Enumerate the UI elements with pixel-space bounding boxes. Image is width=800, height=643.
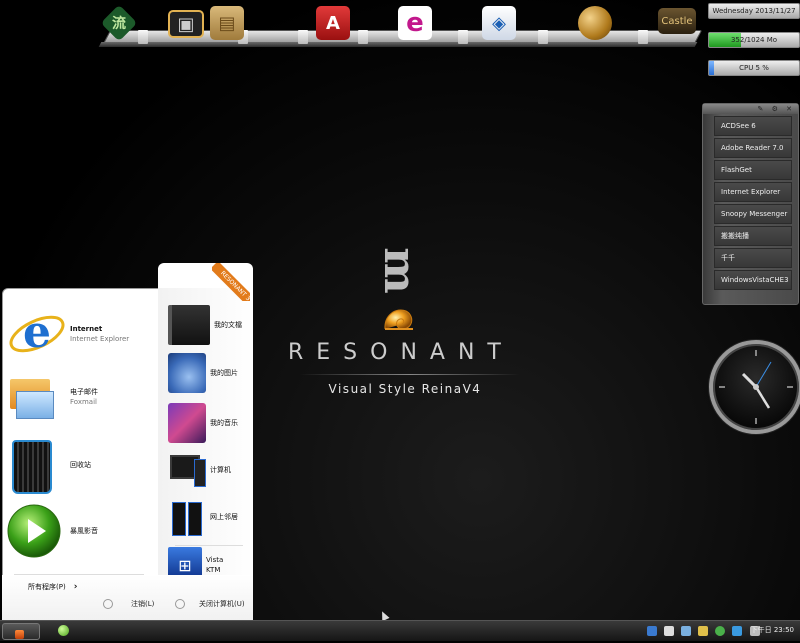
start-item-computer[interactable]: 计算机	[168, 453, 248, 487]
badge-label: RESONANT 3	[212, 263, 250, 301]
folder-icon[interactable]: ▤	[210, 6, 244, 40]
launcher-item-adobe-reader[interactable]: Adobe Reader 7.0	[714, 138, 792, 158]
network-icon	[168, 498, 206, 536]
analog-clock	[709, 340, 800, 434]
castle-icon[interactable]: Castle	[658, 8, 696, 34]
my-documents-label: 我的文檔	[214, 321, 242, 329]
cpu-meter-fill	[709, 61, 715, 75]
logoff-button[interactable]: 注销(L)	[103, 599, 154, 609]
shutdown-button[interactable]: 关闭计算机(U)	[175, 599, 245, 609]
launcher-item-snoopy-messenger[interactable]: Snoopy Messenger	[714, 204, 792, 224]
start-item-media-player[interactable]: 暴風影音	[6, 503, 146, 559]
resonant-corner-badge: RESONANT 3	[212, 263, 250, 301]
launcher-item-7[interactable]: 千千	[714, 248, 792, 268]
internet-label: Internet	[70, 325, 103, 333]
start-menu-separator	[175, 545, 243, 546]
start-item-my-music[interactable]: 我的音乐	[168, 403, 248, 443]
start-item-my-pictures[interactable]: 我的图片	[168, 353, 248, 393]
clock-face-icon	[719, 350, 793, 424]
tray-ime-icon[interactable]	[681, 626, 692, 636]
tray-network-icon[interactable]	[647, 626, 657, 636]
start-item-my-documents[interactable]: 我的文檔	[168, 305, 248, 345]
monitor-icon[interactable]: ▣	[168, 10, 204, 38]
system-tray: 下午日 23:50	[645, 621, 800, 641]
launcher-panel-header: ✎ ⚙ ✕	[703, 104, 798, 114]
arrow-right-icon: ›	[73, 582, 78, 592]
start-orb-icon	[15, 630, 24, 639]
recycle-bin-label: 回收站	[70, 461, 91, 469]
music-icon	[168, 403, 206, 443]
start-item-email[interactable]: 电子邮件 Foxmail	[6, 373, 146, 421]
power-icon	[175, 599, 185, 609]
start-button[interactable]	[2, 623, 40, 640]
dock-shelf-edge	[98, 42, 698, 47]
taskbar: 下午日 23:50	[0, 620, 800, 641]
dock-stand	[298, 30, 308, 44]
pink-e-icon[interactable]: e	[398, 6, 432, 40]
internet-explorer-icon: e	[9, 307, 65, 358]
brand-wordmark: RESONANT	[288, 340, 514, 365]
launcher-item-internet-explorer[interactable]: Internet Explorer	[714, 182, 792, 202]
email-label: 电子邮件	[70, 388, 98, 396]
red-app-icon[interactable]: A	[316, 6, 350, 40]
all-programs-button[interactable]: 所有程序(P) ›	[28, 582, 77, 592]
brand-divider	[300, 374, 520, 375]
dock-stand	[638, 30, 648, 44]
vista-ktm-label: Vista KTM	[206, 556, 224, 574]
my-music-label: 我的音乐	[210, 419, 238, 427]
launcher-item-flashget[interactable]: FlashGet	[714, 160, 792, 180]
email-icon	[6, 373, 58, 421]
globe-icon[interactable]: ●	[578, 6, 612, 40]
launcher-item-acdsee[interactable]: ACDSee 6	[714, 116, 792, 136]
media-player-label: 暴風影音	[70, 527, 98, 535]
top-dock: 流 ▣ ▤ A e ◈ ● Castle	[98, 0, 703, 54]
cpu-meter: CPU 5 %	[708, 60, 800, 76]
launcher-item-windowsvistache3[interactable]: WindowsVistaCHE3	[714, 270, 792, 290]
tray-status-icon[interactable]	[715, 626, 726, 636]
memory-meter: 352/1024 Mo	[708, 32, 800, 48]
launcher-item-6[interactable]: 搬搬纯播	[714, 226, 792, 246]
quick-launch-icon[interactable]	[58, 625, 69, 636]
panel-controls-icon[interactable]: ✎ ⚙ ✕	[758, 105, 795, 113]
recycle-bin-icon	[6, 438, 58, 494]
network-label: 网上邻居	[210, 513, 238, 521]
shutdown-label: 关闭计算机(U)	[199, 600, 245, 608]
tray-volume-icon[interactable]	[664, 626, 675, 636]
resonant-3-logo: m	[373, 247, 425, 294]
tray-app-icon[interactable]	[698, 626, 709, 636]
svg-text:e: e	[23, 307, 51, 358]
snail-shell-icon	[384, 309, 413, 330]
computer-icon	[168, 453, 206, 487]
pictures-icon	[168, 353, 206, 393]
play-button-icon	[7, 504, 61, 558]
date-time-meter: Wednesday 2013/11/27 14:35	[708, 3, 800, 19]
tray-monitor-icon[interactable]	[732, 626, 743, 636]
dock-stand	[538, 30, 548, 44]
start-item-network[interactable]: 网上邻居	[168, 498, 248, 536]
dock-stand	[458, 30, 468, 44]
theme-subtitle: Visual Style ReinaV4	[328, 382, 482, 396]
dock-stand	[138, 30, 148, 44]
lock-icon	[103, 599, 113, 609]
my-pictures-label: 我的图片	[210, 369, 238, 377]
email-sublabel: Foxmail	[70, 398, 97, 406]
documents-icon	[168, 305, 210, 345]
start-item-recycle-bin[interactable]: 回收站	[6, 438, 146, 494]
internet-sublabel: Internet Explorer	[70, 335, 130, 343]
all-programs-label: 所有程序(P)	[28, 583, 66, 591]
logoff-label: 注销(L)	[131, 600, 155, 608]
dock-stand	[358, 30, 368, 44]
blue-doc-icon[interactable]: ◈	[482, 6, 516, 40]
computer-label: 计算机	[210, 466, 231, 474]
start-item-internet[interactable]: e Internet Internet Explorer	[6, 303, 146, 365]
taskbar-clock[interactable]: 下午日 23:50	[751, 625, 794, 635]
launcher-panel: ✎ ⚙ ✕ ACDSee 6 Adobe Reader 7.0 FlashGet…	[702, 103, 799, 305]
